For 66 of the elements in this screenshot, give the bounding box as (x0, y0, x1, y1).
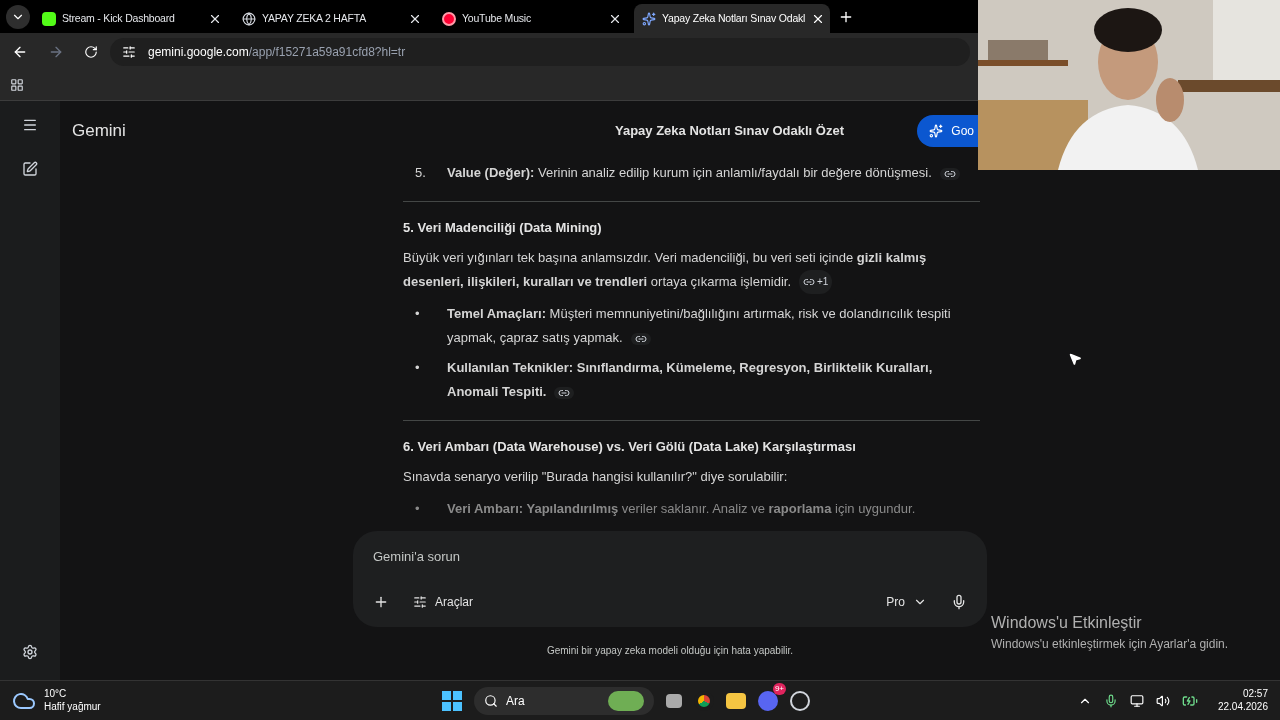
google-button[interactable]: Goo (917, 115, 978, 147)
browser-tab[interactable]: YouTube Music (434, 4, 630, 33)
model-button[interactable]: Pro (886, 593, 927, 611)
volume-icon[interactable] (1155, 693, 1170, 708)
tab-title: Stream - Kick Dashboard (62, 10, 176, 26)
taskbar-search-field[interactable]: Ara (474, 687, 654, 715)
source-chip[interactable] (939, 167, 960, 180)
bullet-mark: • (415, 305, 421, 324)
source-chip[interactable] (630, 332, 651, 345)
source-chip[interactable] (554, 386, 575, 399)
list-item-text: Temel Amaçları: Müşteri memnuniyetini/bağlılığını artırmak, risk ve dolandırıcılık tespiti yapmak, çapraz satış yapmak. (447, 305, 952, 348)
reload-icon[interactable] (84, 44, 98, 59)
prompt-box[interactable]: Gemini'a sorun Araçlar Pro (353, 531, 987, 627)
apps-icon[interactable] (10, 78, 24, 92)
activation-text: Windows'u etkinleştirmek için Ayarlar'a gidin. (991, 636, 1229, 653)
tab-list-button[interactable] (6, 5, 30, 29)
folder-icon[interactable] (726, 693, 746, 709)
bullet-mark: • (415, 359, 421, 378)
list-item-text: Value (Değer): Verinin analiz edilip kurum için anlamlı/faydalı bir değere dönüşmesi. (447, 161, 960, 185)
app-icon[interactable] (790, 691, 810, 711)
menu-icon[interactable] (22, 117, 38, 133)
list-item-text: Veri Ambarı: Yapılandırılmış veriler saklanır. Analiz ve raporlama için uygundur. (447, 499, 916, 518)
list-number: 5. (415, 164, 427, 182)
task-view-icon[interactable] (666, 694, 682, 708)
browser-tab[interactable]: YAPAY ZEKA 2 HAFTA (234, 4, 430, 33)
section-heading: 6. Veri Ambarı (Data Warehouse) vs. Veri Gölü (Data Lake) Karşılaştırması (403, 438, 857, 457)
paragraph: Sınavda senaryo verilip "Burada hangisi kullanılır?" diye sorulabilir: (403, 467, 789, 486)
address-bar[interactable]: gemini.google.com/app/f15271a59a91cfd8?hl=tr (110, 37, 970, 66)
settings-icon[interactable] (22, 644, 38, 660)
site-info-icon[interactable] (122, 44, 136, 59)
prompt-placeholder: Gemini'a sorun (373, 548, 462, 566)
microphone-icon[interactable] (1103, 693, 1118, 708)
tab-title: Yapay Zeka Notları Sınav Odakl (662, 10, 806, 26)
activation-title: Windows'u Etkinleştir (991, 613, 1143, 633)
section-heading: 5. Veri Madenciliği (Data Mining) (403, 219, 603, 237)
bullet-mark: • (415, 499, 421, 518)
paragraph: Büyük veri yığınları tek başına anlamsızdır. Veri madenciliği, bu veri seti içinde gizli kalmış desenleri, ilişkileri, kuralları ve trendleri ortaya çıkarma işlemidir. +1 (403, 245, 980, 295)
tab-title: YouTube Music (462, 10, 532, 26)
chat-title: Yapay Zeka Notları Sınav Odaklı Özet (613, 122, 845, 141)
browser-tab[interactable]: Yapay Zeka Notları Sınav Odakl (634, 4, 830, 33)
sparkle-icon (642, 11, 656, 26)
weather-text: Hafif yağmur (44, 700, 101, 713)
new-chat-icon[interactable] (22, 161, 38, 177)
notification-badge: 9+ (772, 683, 786, 695)
sliders-icon (413, 595, 427, 609)
disclaimer-text: Gemini bir yapay zeka modeli olduğu için hata yapabilir. (545, 644, 795, 658)
add-icon[interactable] (373, 594, 389, 610)
browser-tab[interactable]: Stream - Kick Dashboard (34, 4, 230, 33)
start-icon[interactable] (442, 691, 462, 711)
temperature-text: 10°C (44, 688, 68, 701)
clock-time: 02:57 (1242, 688, 1268, 701)
list-item-text: Kullanılan Teknikler: Sınıflandırma, Kümeleme, Regresyon, Birliktelik Kuralları, Anomali Tespiti. (447, 359, 934, 402)
app-name: Gemini (72, 120, 127, 143)
url-text: gemini.google.com/app/f15271a59a91cfd8?hl=tr (148, 43, 406, 61)
network-icon[interactable] (1129, 693, 1144, 708)
sparkle-icon (929, 124, 944, 138)
search-icon (484, 694, 498, 708)
new-tab-icon[interactable] (838, 9, 854, 25)
clock-date: 22.04.2026 (1217, 700, 1268, 713)
tab-title: YAPAY ZEKA 2 HAFTA (262, 10, 367, 26)
globe-icon (242, 11, 256, 26)
microphone-icon[interactable] (951, 594, 967, 610)
source-chip[interactable]: +1 (799, 270, 833, 295)
tools-button[interactable]: Araçlar (413, 593, 473, 611)
search-placeholder: Ara (506, 693, 526, 710)
mouse-cursor-icon (1068, 352, 1082, 366)
